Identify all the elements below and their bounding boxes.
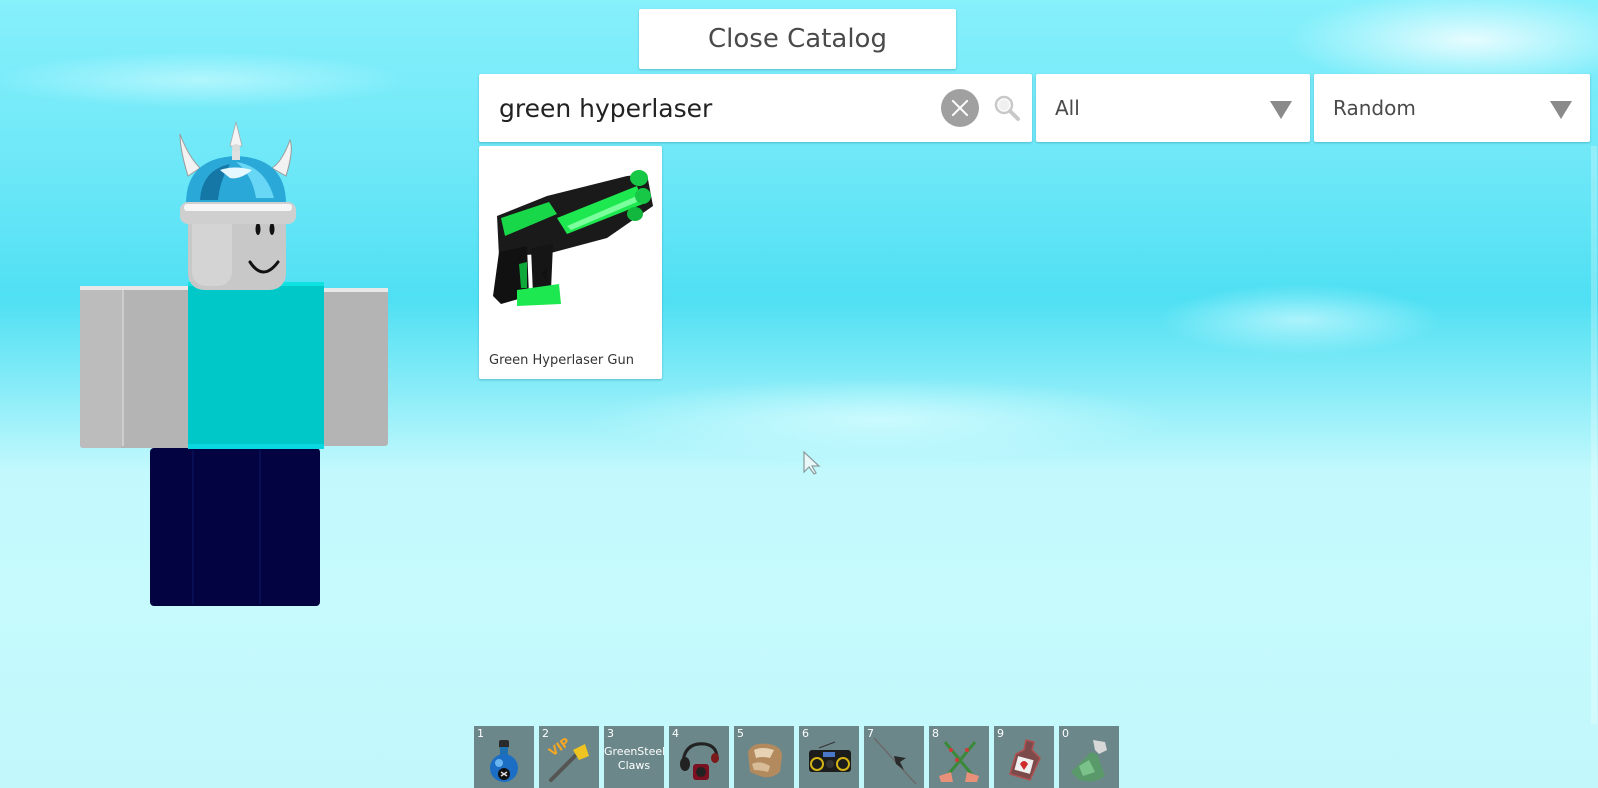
mouse-cursor-icon xyxy=(803,450,821,475)
slot-key: 3 xyxy=(607,727,614,740)
hotbar-slot-8[interactable]: 8 xyxy=(929,726,989,788)
hotbar-slot-4[interactable]: 4 xyxy=(669,726,729,788)
crossed-flower-swords-icon xyxy=(939,741,979,782)
hotbar-slot-2[interactable]: 2 VIP xyxy=(539,726,599,788)
search-input[interactable] xyxy=(499,74,939,142)
fur-hat-icon xyxy=(748,743,782,778)
hotbar-slot-6[interactable]: 6 xyxy=(799,726,859,788)
boombox-icon xyxy=(809,741,851,772)
player-avatar xyxy=(80,121,388,606)
green-hyperlaser-gun-icon xyxy=(493,170,653,306)
headphones-icon xyxy=(680,742,719,780)
triangle-down-icon xyxy=(1550,101,1572,119)
avatar-torso xyxy=(188,282,324,449)
sort-dropdown-value: Random xyxy=(1333,96,1416,120)
category-dropdown-value: All xyxy=(1055,96,1080,120)
hotbar-slot-1[interactable]: 1 xyxy=(474,726,534,788)
category-dropdown[interactable]: All xyxy=(1036,74,1310,142)
avatar-eye xyxy=(269,223,275,235)
avatar-left-arm xyxy=(80,286,190,448)
result-item-name: Green Hyperlaser Gun xyxy=(489,353,634,368)
avatar-eye xyxy=(255,223,261,235)
viking-helmet xyxy=(179,121,296,224)
hotbar-slot-7[interactable]: 7 xyxy=(864,726,924,788)
hotbar-slot-0[interactable]: 0 xyxy=(1059,726,1119,788)
close-catalog-button[interactable]: Close Catalog xyxy=(639,9,956,69)
clear-search-icon[interactable] xyxy=(941,89,979,127)
slot-item-name: GreenSteel Claws xyxy=(604,745,664,772)
svg-text:VIP: VIP xyxy=(546,736,573,759)
blue-potion-icon xyxy=(490,740,518,782)
green-flask-icon xyxy=(1071,740,1107,782)
spear-icon xyxy=(873,737,917,784)
avatar-legs xyxy=(150,448,320,606)
hotbar-slot-9[interactable]: 9 xyxy=(994,726,1054,788)
red-bottle-icon xyxy=(1009,739,1041,781)
sort-dropdown[interactable]: Random xyxy=(1314,74,1590,142)
hotbar: 1 2 VIP 3 GreenSteel Claws 4 5 6 7 8 9 0 xyxy=(474,726,1119,788)
catalog-result-item[interactable]: Green Hyperlaser Gun xyxy=(479,146,662,379)
hotbar-slot-5[interactable]: 5 xyxy=(734,726,794,788)
close-catalog-label: Close Catalog xyxy=(708,24,887,54)
triangle-down-icon xyxy=(1270,101,1292,119)
results-scrollbar[interactable] xyxy=(1591,146,1597,724)
vip-axe-icon: VIP xyxy=(546,736,589,782)
hotbar-slot-3[interactable]: 3 GreenSteel Claws xyxy=(604,726,664,788)
magnifier-icon[interactable] xyxy=(993,94,1021,122)
avatar-right-arm xyxy=(322,288,388,446)
search-bar xyxy=(479,74,1032,142)
